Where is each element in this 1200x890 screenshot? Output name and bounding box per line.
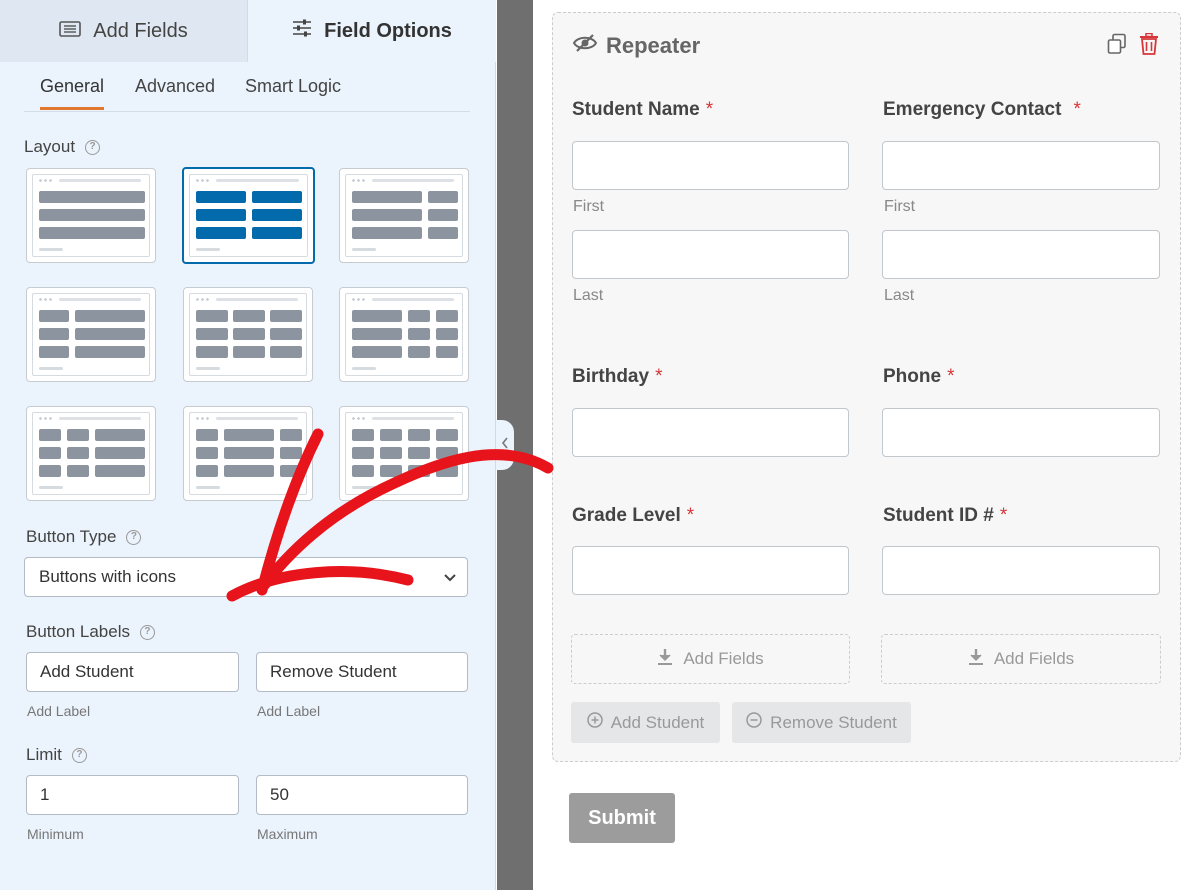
phone-label: Phone * <box>883 366 954 388</box>
minimum-caption: Minimum <box>27 826 84 842</box>
required-mark: * <box>705 99 714 120</box>
first-caption: First <box>884 198 916 215</box>
tab-smart-logic[interactable]: Smart Logic <box>245 76 341 109</box>
contact-first-name-input[interactable] <box>882 141 1160 190</box>
button-type-label: Button Type ? <box>26 527 142 547</box>
remove-label-input[interactable]: Remove Student <box>256 652 468 692</box>
layout-option-narrow-wide[interactable] <box>26 287 156 382</box>
limit-maximum-value: 50 <box>270 785 289 804</box>
layout-option-two-columns[interactable] <box>182 167 315 264</box>
add-fields-label: Add Fields <box>683 649 764 668</box>
help-icon[interactable]: ? <box>85 139 101 155</box>
required-mark: * <box>947 366 955 387</box>
button-labels-label-text: Button Labels <box>26 622 130 641</box>
button-type-value: Buttons with icons <box>39 567 177 586</box>
phone-input[interactable] <box>882 408 1160 457</box>
first-caption: First <box>573 198 605 215</box>
remove-student-button[interactable]: Remove Student <box>732 702 911 743</box>
plus-circle-icon <box>586 712 603 733</box>
repeater-title: Repeater <box>572 33 700 59</box>
required-mark: * <box>655 366 663 387</box>
field-options-panel: Add Fields Field Options General Advance… <box>0 0 496 890</box>
layout-option-wide-narrow[interactable] <box>339 168 469 263</box>
eye-slash-icon <box>572 33 598 59</box>
student-name-label: Student Name * <box>572 99 713 121</box>
limit-label-text: Limit <box>26 745 62 764</box>
button-type-select[interactable]: Buttons with icons <box>24 557 468 597</box>
layout-option-two-narrow-wide[interactable] <box>26 406 156 501</box>
student-last-name-input[interactable] <box>572 230 849 279</box>
layout-label-text: Layout <box>24 137 76 156</box>
help-icon[interactable]: ? <box>71 747 87 763</box>
collapse-panel-toggle[interactable] <box>496 420 514 470</box>
required-mark: * <box>999 505 1008 526</box>
add-student-label: Add Student <box>610 712 705 732</box>
list-icon <box>59 20 82 43</box>
remove-student-label: Remove Student <box>770 712 897 732</box>
layout-option-narrow-wide-narrow[interactable] <box>183 406 313 501</box>
limit-label: Limit ? <box>26 745 87 765</box>
grade-level-label-text: Grade Level <box>572 505 681 526</box>
student-id-label: Student ID # * <box>883 505 1007 527</box>
sliders-icon <box>292 19 312 43</box>
tab-advanced[interactable]: Advanced <box>135 76 215 109</box>
birthday-label-text: Birthday <box>572 366 650 387</box>
remove-label-caption: Add Label <box>257 703 321 719</box>
options-sub-tabs: General Advanced Smart Logic <box>24 62 470 112</box>
last-caption: Last <box>884 287 915 304</box>
layout-option-full-width[interactable] <box>26 168 156 263</box>
student-id-label-text: Student ID # <box>883 505 994 526</box>
add-fields-label: Add Fields <box>993 649 1075 668</box>
download-icon <box>968 648 984 671</box>
add-student-button[interactable]: Add Student <box>571 702 720 743</box>
maximum-caption: Maximum <box>257 826 318 842</box>
limit-minimum-value: 1 <box>40 785 50 804</box>
emergency-contact-label: Emergency Contact * <box>883 99 1081 121</box>
button-type-label-text: Button Type <box>26 527 117 546</box>
button-labels-label: Button Labels ? <box>26 622 155 642</box>
submit-label: Submit <box>588 806 656 829</box>
limit-maximum-input[interactable]: 50 <box>256 775 468 815</box>
contact-last-name-input[interactable] <box>882 230 1160 279</box>
submit-button[interactable]: Submit <box>569 793 675 843</box>
minus-circle-icon <box>746 712 762 733</box>
required-mark: * <box>686 505 695 526</box>
layout-label: Layout ? <box>24 137 101 157</box>
birthday-input[interactable] <box>572 408 849 457</box>
layout-option-wide-two-narrow[interactable] <box>339 287 469 382</box>
student-first-name-input[interactable] <box>572 141 849 190</box>
panel-top-tabs: Add Fields Field Options <box>0 0 496 62</box>
add-label-value: Add Student <box>40 662 134 681</box>
chevron-left-icon <box>500 436 510 455</box>
layout-option-four-columns[interactable] <box>339 406 469 501</box>
add-fields-dropzone-right[interactable]: Add Fields <box>881 634 1161 684</box>
add-label-caption: Add Label <box>27 703 91 719</box>
help-icon[interactable]: ? <box>139 624 155 640</box>
repeater-title-text: Repeater <box>606 33 701 58</box>
add-fields-dropzone-left[interactable]: Add Fields <box>571 634 850 684</box>
layout-option-three-columns[interactable] <box>183 287 313 382</box>
tab-add-fields[interactable]: Add Fields <box>0 0 248 62</box>
phone-label-text: Phone <box>883 366 942 387</box>
required-mark: * <box>1073 99 1081 120</box>
chevron-down-icon <box>443 570 456 582</box>
grade-level-label: Grade Level * <box>572 505 694 527</box>
emergency-contact-label-text: Emergency Contact <box>883 99 1062 120</box>
download-icon <box>657 648 673 671</box>
grade-level-input[interactable] <box>572 546 849 595</box>
birthday-label: Birthday * <box>572 366 662 388</box>
trash-icon[interactable] <box>1139 32 1159 60</box>
last-caption: Last <box>573 287 604 304</box>
tab-field-options-label: Field Options <box>324 19 452 42</box>
student-id-input[interactable] <box>882 546 1160 595</box>
remove-label-value: Remove Student <box>270 662 397 681</box>
limit-minimum-input[interactable]: 1 <box>26 775 239 815</box>
tab-add-fields-label: Add Fields <box>93 19 188 42</box>
student-name-label-text: Student Name <box>572 99 700 120</box>
add-label-input[interactable]: Add Student <box>26 652 239 692</box>
duplicate-icon[interactable] <box>1106 33 1128 60</box>
help-icon[interactable]: ? <box>126 529 142 545</box>
tab-field-options[interactable]: Field Options <box>248 0 496 62</box>
tab-general[interactable]: General <box>40 76 105 110</box>
